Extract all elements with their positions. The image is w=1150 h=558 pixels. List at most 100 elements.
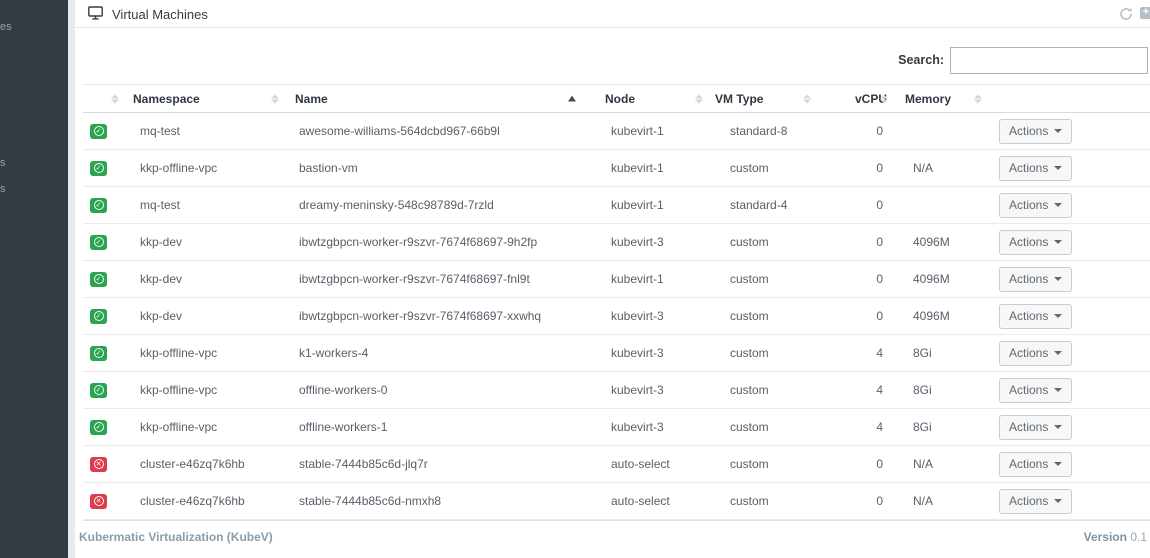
sort-icon (111, 94, 119, 103)
table-row: ✕ cluster-e46zq7k6hb stable-7444b85c6d-n… (83, 482, 1150, 520)
cell-namespace: kkp-dev (125, 297, 287, 335)
vm-status-icon: ✓ (90, 123, 107, 139)
actions-button[interactable]: Actions (999, 451, 1073, 477)
cell-memory: 4096M (897, 260, 997, 298)
vm-table-header: Namespace Name Node VM Type vCPU Memory (83, 84, 1150, 113)
sort-asc-icon (568, 94, 576, 103)
column-header-actions (997, 84, 1150, 113)
cell-namespace: kkp-offline-vpc (125, 408, 287, 446)
table-row: ✓ kkp-offline-vpc offline-workers-1 kube… (83, 408, 1150, 446)
cell-node: kubevirt-1 (597, 260, 707, 298)
table-row: ✓ mq-test dreamy-meninsky-548c98789d-7rz… (83, 186, 1150, 224)
vm-status-icon: ✓ (90, 234, 107, 250)
actions-button[interactable]: Actions (999, 266, 1073, 292)
version-label: Version (1083, 530, 1127, 544)
cell-vcpu: 4 (847, 371, 897, 409)
cell-node: kubevirt-1 (597, 186, 707, 224)
refresh-icon[interactable] (1119, 7, 1133, 21)
cell-vm-type: custom (707, 445, 847, 483)
column-header-node[interactable]: Node (597, 84, 707, 113)
caret-down-icon (1054, 277, 1063, 281)
vm-status-icon: ✕ (90, 493, 107, 509)
monitor-icon (88, 6, 103, 25)
column-header-vm-type[interactable]: VM Type (707, 84, 847, 113)
cell-vcpu: 4 (847, 334, 897, 372)
cell-name: k1-workers-4 (287, 334, 597, 372)
column-header-vcpu[interactable]: vCPU (847, 84, 897, 113)
actions-button[interactable]: Actions (999, 118, 1073, 144)
cell-node: kubevirt-3 (597, 223, 707, 261)
cell-node: kubevirt-1 (597, 112, 707, 150)
cell-memory: 8Gi (897, 334, 997, 372)
cell-namespace: cluster-e46zq7k6hb (125, 482, 287, 520)
page-title: Virtual Machines (112, 7, 208, 22)
vm-status-icon: ✕ (90, 456, 107, 472)
add-vm-icon[interactable]: + (1140, 7, 1150, 19)
actions-button[interactable]: Actions (999, 192, 1073, 218)
actions-button[interactable]: Actions (999, 303, 1073, 329)
cell-name: ibwtzgbpcn-worker-r9szvr-7674f68697-9h2f… (287, 223, 597, 261)
actions-button[interactable]: Actions (999, 340, 1073, 366)
cell-node: kubevirt-3 (597, 334, 707, 372)
cell-memory (897, 186, 997, 224)
cell-vcpu: 0 (847, 260, 897, 298)
cell-node: kubevirt-3 (597, 408, 707, 446)
actions-button[interactable]: Actions (999, 229, 1073, 255)
sidebar-item-truncated[interactable]: es (0, 21, 12, 33)
vm-status-icon: ✓ (90, 308, 107, 324)
cell-namespace: kkp-offline-vpc (125, 371, 287, 409)
cell-vm-type: custom (707, 408, 847, 446)
sidebar-item-truncated[interactable]: s (0, 183, 6, 195)
caret-down-icon (1054, 425, 1063, 429)
cell-vcpu: 0 (847, 186, 897, 224)
cell-vm-type: standard-8 (707, 112, 847, 150)
cell-node: auto-select (597, 482, 707, 520)
cell-node: kubevirt-1 (597, 149, 707, 187)
cell-node: kubevirt-3 (597, 371, 707, 409)
cell-namespace: mq-test (125, 186, 287, 224)
sidebar: es s s (0, 0, 68, 558)
cell-namespace: mq-test (125, 112, 287, 150)
actions-button[interactable]: Actions (999, 488, 1073, 514)
cell-name: bastion-vm (287, 149, 597, 187)
vm-status-icon: ✓ (90, 419, 107, 435)
table-row: ✓ kkp-dev ibwtzgbpcn-worker-r9szvr-7674f… (83, 297, 1150, 335)
table-row: ✓ mq-test awesome-williams-564dcbd967-66… (83, 112, 1150, 150)
cell-memory (897, 112, 997, 150)
cell-name: awesome-williams-564dcbd967-66b9l (287, 112, 597, 150)
caret-down-icon (1054, 462, 1063, 466)
cell-namespace: kkp-dev (125, 260, 287, 298)
column-header-status[interactable] (83, 84, 125, 113)
table-row: ✓ kkp-offline-vpc offline-workers-0 kube… (83, 371, 1150, 409)
actions-button[interactable]: Actions (999, 377, 1073, 403)
cell-name: ibwtzgbpcn-worker-r9szvr-7674f68697-fnl9… (287, 260, 597, 298)
sidebar-item-truncated[interactable]: s (0, 157, 6, 169)
table-row: ✓ kkp-dev ibwtzgbpcn-worker-r9szvr-7674f… (83, 223, 1150, 261)
search-label: Search: (898, 53, 944, 67)
column-header-namespace[interactable]: Namespace (125, 84, 287, 113)
cell-vm-type: custom (707, 334, 847, 372)
cell-name: offline-workers-1 (287, 408, 597, 446)
vm-table-body: ✓ mq-test awesome-williams-564dcbd967-66… (83, 112, 1150, 520)
cell-memory: N/A (897, 482, 997, 520)
cell-vm-type: custom (707, 149, 847, 187)
cell-memory: N/A (897, 149, 997, 187)
cell-namespace: kkp-offline-vpc (125, 149, 287, 187)
caret-down-icon (1054, 499, 1063, 503)
search-input[interactable] (950, 47, 1148, 74)
cell-namespace: kkp-offline-vpc (125, 334, 287, 372)
sort-icon (803, 94, 811, 103)
cell-vm-type: custom (707, 371, 847, 409)
cell-vm-type: custom (707, 260, 847, 298)
cell-node: auto-select (597, 445, 707, 483)
column-header-memory[interactable]: Memory (897, 84, 997, 113)
cell-memory: 4096M (897, 297, 997, 335)
app-window: es s s Virtual Machines + Search: Namesp… (0, 0, 1150, 558)
actions-button[interactable]: Actions (999, 414, 1073, 440)
footer-divider (83, 520, 1150, 521)
column-header-name[interactable]: Name (287, 84, 597, 113)
vm-status-icon: ✓ (90, 382, 107, 398)
caret-down-icon (1054, 314, 1063, 318)
actions-button[interactable]: Actions (999, 155, 1073, 181)
cell-memory: 8Gi (897, 408, 997, 446)
